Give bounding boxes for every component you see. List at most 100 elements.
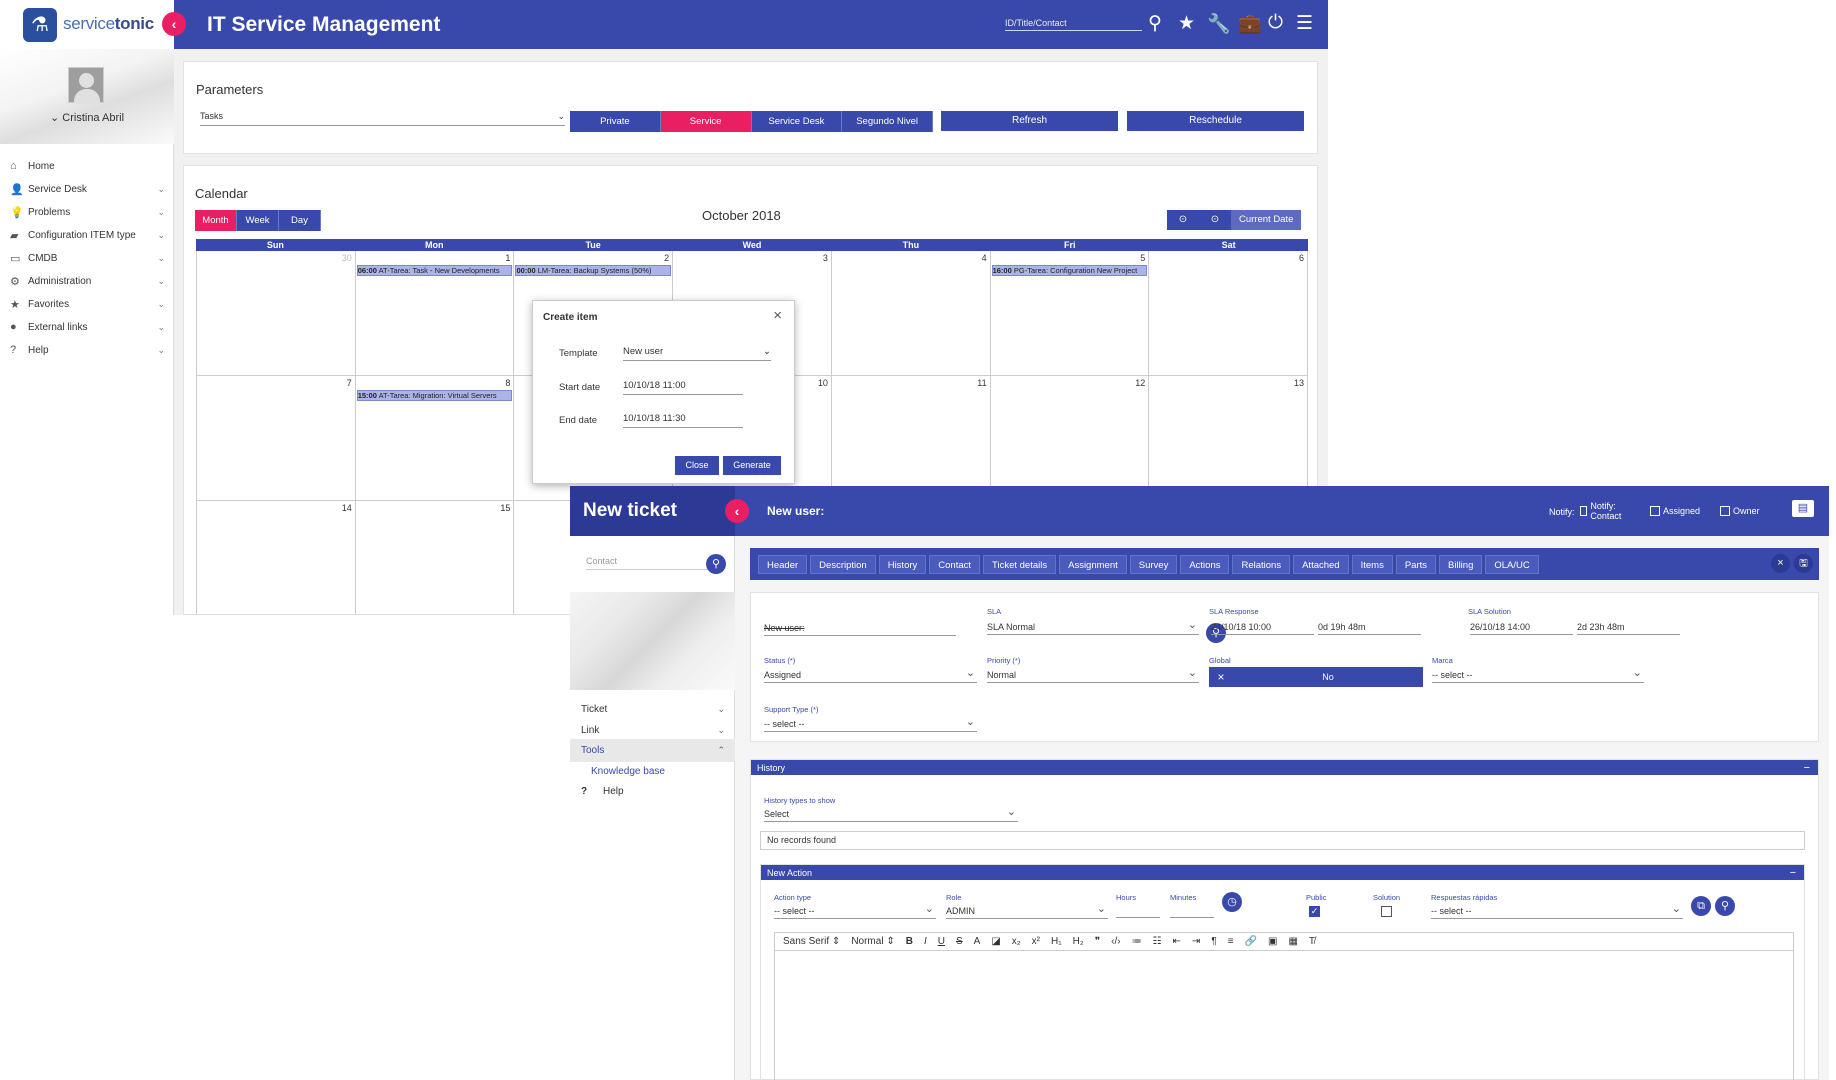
tab-parts[interactable]: Parts — [1395, 554, 1437, 574]
star-icon[interactable]: ★ — [1178, 12, 1195, 35]
close-icon[interactable]: × — [1771, 554, 1790, 573]
quick-replies-select[interactable]: -- select -- — [1431, 902, 1683, 919]
italic-icon[interactable]: I — [924, 936, 927, 947]
reschedule-button[interactable]: Reschedule — [1127, 111, 1304, 131]
heading2-icon[interactable]: H₂ — [1073, 936, 1084, 947]
notify-contact-checkbox[interactable]: Notify: Contact — [1580, 501, 1630, 521]
search-icon[interactable]: ⚲ — [1715, 896, 1735, 916]
sidebar-item-help[interactable]: ? Help ⌄ — [10, 339, 165, 361]
outdent-icon[interactable]: ⇤ — [1173, 936, 1181, 947]
tab-relations[interactable]: Relations — [1232, 554, 1291, 574]
current-date-button[interactable]: Current Date — [1231, 210, 1302, 230]
role-select[interactable]: ADMIN — [946, 902, 1108, 919]
bold-icon[interactable]: B — [906, 936, 913, 947]
user-menu[interactable]: ⌄ Cristina Abril — [0, 111, 174, 124]
heading1-icon[interactable]: H₁ — [1051, 936, 1062, 947]
logo[interactable]: ⚗ servicetonic — [0, 0, 174, 49]
tab-history[interactable]: History — [878, 554, 927, 574]
tab-survey[interactable]: Survey — [1129, 554, 1178, 574]
search-input[interactable]: ID/Title/Contact — [1005, 18, 1142, 31]
bullet-list-icon[interactable]: ☷ — [1153, 936, 1162, 947]
sla-select[interactable]: SLA Normal — [987, 618, 1199, 635]
refresh-button[interactable]: Refresh — [941, 111, 1118, 131]
strike-icon[interactable]: S — [956, 936, 963, 947]
calendar-day-cell[interactable]: 11 — [831, 376, 991, 501]
filter-private-button[interactable]: Private — [570, 111, 661, 132]
sidebar-item-service-desk[interactable]: 👤 Service Desk ⌄ — [10, 178, 165, 200]
image-icon[interactable]: ▣ — [1268, 936, 1277, 947]
calendar-day-cell[interactable]: 12 — [990, 376, 1150, 501]
contact-input[interactable]: Contact — [586, 556, 713, 570]
tab-assignment[interactable]: Assignment — [1059, 554, 1127, 574]
history-header[interactable]: History − — [751, 760, 1818, 775]
action-type-select[interactable]: -- select -- — [774, 902, 936, 919]
start-date-field[interactable]: 10/10/18 11:00 — [623, 380, 743, 395]
tab-items[interactable]: Items — [1351, 554, 1393, 574]
copy-icon[interactable]: ⧉ — [1691, 896, 1711, 916]
marca-select[interactable]: -- select -- — [1432, 666, 1644, 683]
owner-checkbox[interactable]: Owner — [1720, 506, 1760, 516]
tab-billing[interactable]: Billing — [1439, 554, 1483, 574]
filter-service-button[interactable]: Service — [660, 111, 752, 132]
collapse-icon[interactable]: − — [1790, 867, 1796, 879]
minutes-input[interactable] — [1170, 906, 1214, 918]
calendar-day-cell[interactable]: 1 06:00 AT-Tarea: Task - New Developments — [355, 251, 515, 376]
sidebar-item-home[interactable]: ⌂ Home — [10, 155, 165, 177]
calendar-day-cell[interactable]: 14 — [197, 501, 356, 615]
tab-actions[interactable]: Actions — [1180, 554, 1230, 574]
calendar-event[interactable]: 06:00 AT-Tarea: Task - New Developments — [356, 265, 513, 276]
menu-icon[interactable]: ☰ — [1296, 12, 1313, 35]
calendar-day-cell[interactable]: 13 — [1149, 376, 1309, 501]
indent-icon[interactable]: ⇥ — [1192, 936, 1200, 947]
filter-segundo-nivel-button[interactable]: Segundo Nivel — [842, 111, 933, 132]
calendar-day-cell[interactable]: 7 — [197, 376, 356, 501]
view-day-button[interactable]: Day — [279, 210, 321, 231]
calendar-day-cell[interactable]: 8 15:00 AT-Tarea: Migration: Virtual Serv… — [355, 376, 515, 501]
global-toggle[interactable]: × No — [1209, 667, 1423, 687]
align-icon[interactable]: ≡ — [1228, 936, 1234, 947]
video-icon[interactable]: ▦ — [1288, 936, 1297, 947]
background-color-icon[interactable]: ◪ — [991, 936, 1000, 947]
sidebar-item-administration[interactable]: ⚙ Administration ⌄ — [10, 270, 165, 292]
next-month-icon[interactable]: ⊙ — [1199, 210, 1231, 230]
calendar-day-cell[interactable]: 6 — [1149, 251, 1309, 376]
tab-description[interactable]: Description — [810, 554, 876, 574]
sidebar-item-problems[interactable]: 💡 Problems ⌄ — [10, 201, 165, 223]
action-editor[interactable] — [774, 950, 1794, 1080]
status-select[interactable]: Assigned — [764, 666, 977, 683]
ticket-nav-help[interactable]: ? Help — [570, 780, 735, 803]
close-button[interactable]: Close — [675, 456, 719, 475]
sidebar-item-favorites[interactable]: ★ Favorites ⌄ — [10, 293, 165, 315]
font-select[interactable]: Sans Serif ⇕ — [783, 936, 840, 947]
subscript-icon[interactable]: x₂ — [1012, 936, 1021, 947]
view-month-button[interactable]: Month — [195, 210, 237, 231]
text-direction-icon[interactable]: ¶ — [1211, 936, 1216, 947]
link-icon[interactable]: 🔗 — [1245, 936, 1257, 947]
tab-header[interactable]: Header — [758, 554, 808, 574]
sidebar-item-cmdb[interactable]: ▭ CMDB ⌄ — [10, 247, 165, 269]
close-icon[interactable]: × — [773, 307, 782, 324]
wrench-icon[interactable]: 🔧 — [1207, 12, 1231, 36]
public-checkbox[interactable]: ✓ — [1309, 906, 1320, 917]
tab-contact[interactable]: Contact — [929, 554, 981, 574]
calendar-day-cell[interactable]: 30 — [197, 251, 356, 376]
contact-card-icon[interactable]: ▤ — [1792, 500, 1814, 517]
calendar-day-cell[interactable]: 15 — [356, 501, 515, 615]
toolbox-icon[interactable]: 💼 — [1238, 12, 1262, 36]
priority-select[interactable]: Normal — [987, 666, 1199, 683]
quote-icon[interactable]: ❞ — [1095, 936, 1100, 947]
search-icon[interactable]: ⚲ — [706, 554, 726, 574]
tasks-select[interactable]: Tasks ⌄ — [200, 111, 565, 126]
calendar-event[interactable]: 16:00 PG-Tarea: Configuration New Projec… — [991, 265, 1148, 276]
assigned-checkbox[interactable]: Assigned — [1650, 506, 1700, 516]
new-action-header[interactable]: New Action − — [761, 865, 1804, 880]
collapse-icon[interactable]: − — [1804, 762, 1810, 774]
superscript-icon[interactable]: x² — [1032, 936, 1040, 947]
template-select[interactable]: New user ⌄ — [623, 346, 771, 361]
code-icon[interactable]: ‹/› — [1111, 936, 1120, 947]
support-type-select[interactable]: -- select -- — [764, 715, 977, 732]
save-icon[interactable]: 🖫 — [1794, 554, 1813, 573]
prev-month-icon[interactable]: ⊙ — [1167, 210, 1199, 230]
calendar-day-cell[interactable]: 4 — [831, 251, 991, 376]
view-week-button[interactable]: Week — [237, 210, 279, 231]
